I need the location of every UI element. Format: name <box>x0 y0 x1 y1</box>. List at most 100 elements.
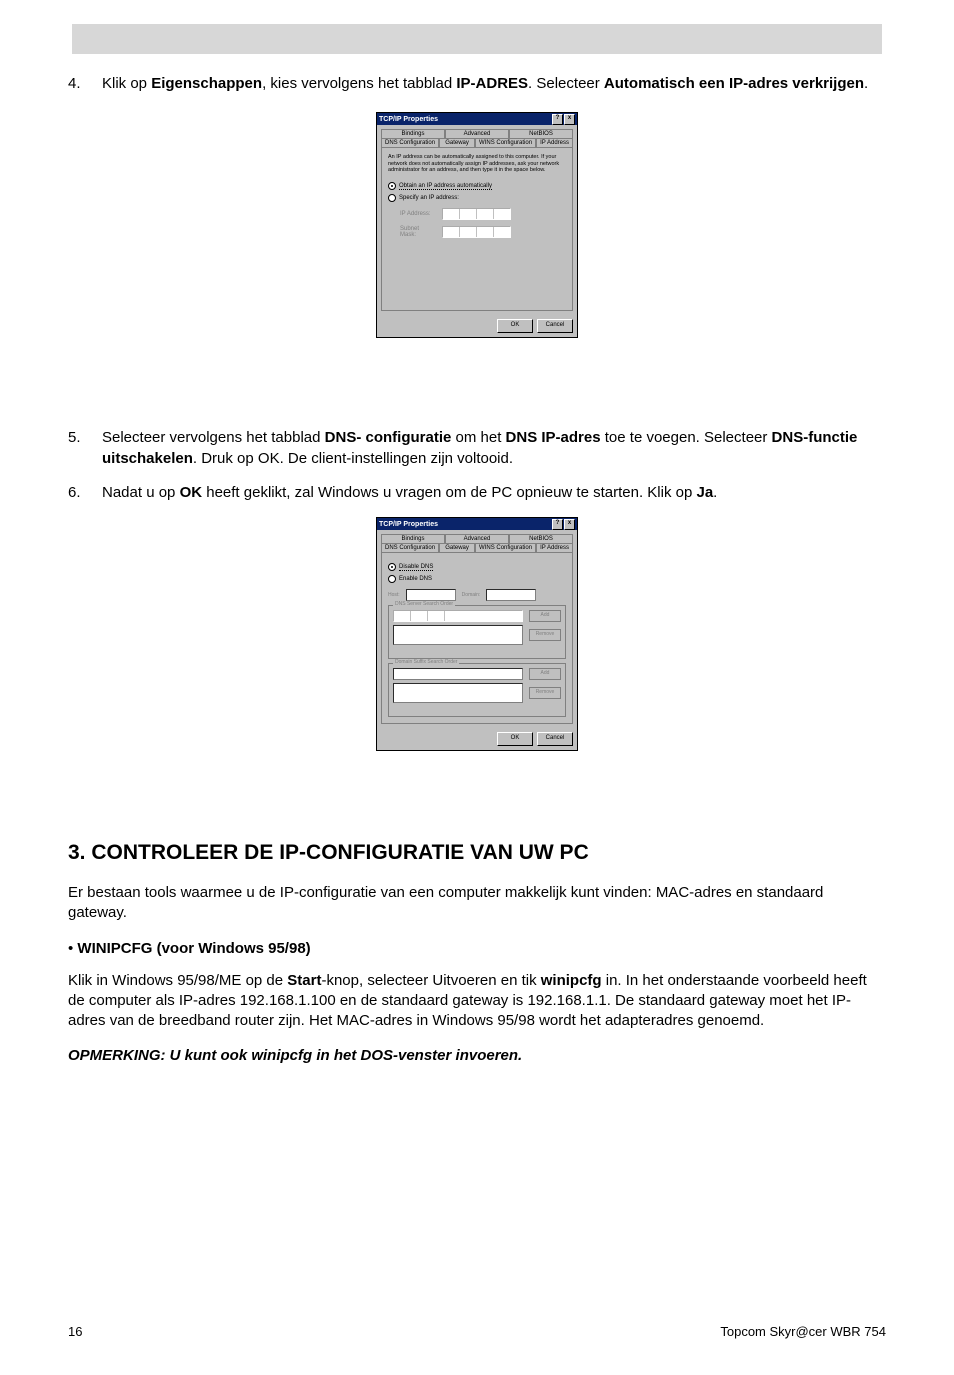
tab-wins-config[interactable]: WINS Configuration <box>475 138 536 147</box>
titlebar: TCP/IP Properties ? x <box>377 518 577 530</box>
note: OPMERKING: U kunt ook winipcfg in het DO… <box>68 1047 886 1064</box>
t: Automatisch een IP-adres verkrijgen <box>604 75 864 92</box>
subnet-mask-label: Subnet Mask: <box>400 226 436 238</box>
radio-icon <box>388 563 396 571</box>
step-4-num: 4. <box>68 74 102 94</box>
t: Nadat u op <box>102 484 180 501</box>
ip-address-label: IP Address: <box>400 211 436 217</box>
tab-netbios[interactable]: NetBIOS <box>509 534 573 543</box>
step-5-num: 5. <box>68 428 102 469</box>
tab-gateway[interactable]: Gateway <box>439 138 475 147</box>
radio-icon <box>388 194 396 202</box>
radio-label: Disable DNS <box>399 564 433 571</box>
winipcfg-para: Klik in Windows 95/98/ME op de Start-kno… <box>68 971 886 1032</box>
t: . Druk op OK. De client-instellingen zij… <box>193 450 513 467</box>
t: Klik in Windows 95/98/ME op de <box>68 972 287 989</box>
close-button[interactable]: x <box>564 519 575 530</box>
help-button[interactable]: ? <box>552 114 563 125</box>
t: OK <box>180 484 203 501</box>
step-5-text: Selecteer vervolgens het tabblad DNS- co… <box>102 428 886 469</box>
tab-ip-address[interactable]: IP Address <box>536 543 573 552</box>
t: om het <box>451 429 505 446</box>
tab-advanced[interactable]: Advanced <box>445 534 509 543</box>
t: Klik op <box>102 75 151 92</box>
tab-body: Disable DNS Enable DNS Host: Domain: DNS… <box>381 552 573 724</box>
t: Selecteer vervolgens het tabblad <box>102 429 325 446</box>
panel-legend: DNS Server Search Order <box>393 601 455 607</box>
radio-icon <box>388 182 396 190</box>
t: Eigenschappen <box>151 75 262 92</box>
radio-icon <box>388 575 396 583</box>
close-button[interactable]: x <box>564 114 575 125</box>
t: heeft geklikt, zal Windows u vragen om d… <box>202 484 696 501</box>
tcpip-dialog-dns: TCP/IP Properties ? x Bindings Advanced … <box>376 517 578 751</box>
ok-button[interactable]: OK <box>497 319 533 333</box>
section-intro: Er bestaan tools waarmee u de IP-configu… <box>68 883 886 924</box>
tab-wins-config[interactable]: WINS Configuration <box>475 543 536 552</box>
bullet-winipcfg: • WINIPCFG (voor Windows 95/98) <box>68 940 886 957</box>
radio-label: Specify an IP address: <box>399 195 459 201</box>
tcpip-dialog-ipaddress: TCP/IP Properties ? x Bindings Advanced … <box>376 112 578 338</box>
subnet-mask-input[interactable] <box>442 226 511 238</box>
step-5: 5. Selecteer vervolgens het tabblad DNS-… <box>68 428 886 469</box>
domain-suffix-input[interactable] <box>393 668 523 680</box>
bullet-text: WINIPCFG (voor Windows 95/98) <box>73 940 310 957</box>
ip-address-input[interactable] <box>442 208 511 220</box>
dns-server-list[interactable] <box>393 625 523 645</box>
cancel-button[interactable]: Cancel <box>537 319 573 333</box>
dns-search-order-panel: DNS Server Search Order Add Remove <box>388 605 566 659</box>
t: toe te voegen. Selecteer <box>601 429 772 446</box>
remove-button[interactable]: Remove <box>529 629 561 641</box>
domain-input[interactable] <box>486 589 536 601</box>
add-button[interactable]: Add <box>529 610 561 622</box>
t: . <box>864 75 868 92</box>
section-heading: 3. CONTROLEER DE IP-CONFIGURATIE VAN UW … <box>68 841 886 865</box>
step-4-text: Klik op Eigenschappen, kies vervolgens h… <box>102 74 886 94</box>
tab-advanced[interactable]: Advanced <box>445 129 509 138</box>
add-button[interactable]: Add <box>529 668 561 680</box>
product-name: Topcom Skyr@cer WBR 754 <box>720 1324 886 1339</box>
domain-suffix-list[interactable] <box>393 683 523 703</box>
t: . <box>713 484 717 501</box>
host-input[interactable] <box>406 589 456 601</box>
step-4: 4. Klik op Eigenschappen, kies vervolgen… <box>68 74 886 94</box>
step-6-num: 6. <box>68 483 102 503</box>
domain-label: Domain: <box>462 592 481 598</box>
help-button[interactable]: ? <box>552 519 563 530</box>
t: DNS IP-adres <box>506 429 601 446</box>
tab-gateway[interactable]: Gateway <box>439 543 475 552</box>
step-6: 6. Nadat u op OK heeft geklikt, zal Wind… <box>68 483 886 503</box>
title: TCP/IP Properties <box>379 116 438 123</box>
page-number: 16 <box>68 1324 82 1339</box>
header-bar <box>72 24 882 54</box>
radio-specify[interactable]: Specify an IP address: <box>388 194 566 202</box>
t: , kies vervolgens het tabblad <box>262 75 456 92</box>
cancel-button[interactable]: Cancel <box>537 732 573 746</box>
ok-button[interactable]: OK <box>497 732 533 746</box>
dns-server-input[interactable] <box>393 610 523 622</box>
description: An IP address can be automatically assig… <box>388 154 566 174</box>
host-label: Host: <box>388 592 400 598</box>
tab-dns-config[interactable]: DNS Configuration <box>381 138 439 147</box>
t: winipcfg <box>541 972 602 989</box>
panel-legend: Domain Suffix Search Order <box>393 659 459 665</box>
radio-label: Obtain an IP address automatically <box>399 183 492 190</box>
t: -knop, selecteer Uitvoeren en tik <box>321 972 540 989</box>
radio-disable-dns[interactable]: Disable DNS <box>388 563 566 571</box>
t: . Selecteer <box>528 75 604 92</box>
radio-label: Enable DNS <box>399 576 432 582</box>
t: IP-ADRES <box>456 75 528 92</box>
radio-enable-dns[interactable]: Enable DNS <box>388 575 566 583</box>
tab-body: An IP address can be automatically assig… <box>381 147 573 311</box>
title: TCP/IP Properties <box>379 521 438 528</box>
remove-button[interactable]: Remove <box>529 687 561 699</box>
t: DNS- configuratie <box>325 429 452 446</box>
domain-suffix-panel: Domain Suffix Search Order Add Remove <box>388 663 566 717</box>
t: Ja <box>696 484 713 501</box>
tab-bindings[interactable]: Bindings <box>381 129 445 138</box>
step-6-text: Nadat u op OK heeft geklikt, zal Windows… <box>102 483 886 503</box>
tab-bindings[interactable]: Bindings <box>381 534 445 543</box>
radio-obtain-auto[interactable]: Obtain an IP address automatically <box>388 182 566 190</box>
tab-netbios[interactable]: NetBIOS <box>509 129 573 138</box>
titlebar: TCP/IP Properties ? x <box>377 113 577 125</box>
